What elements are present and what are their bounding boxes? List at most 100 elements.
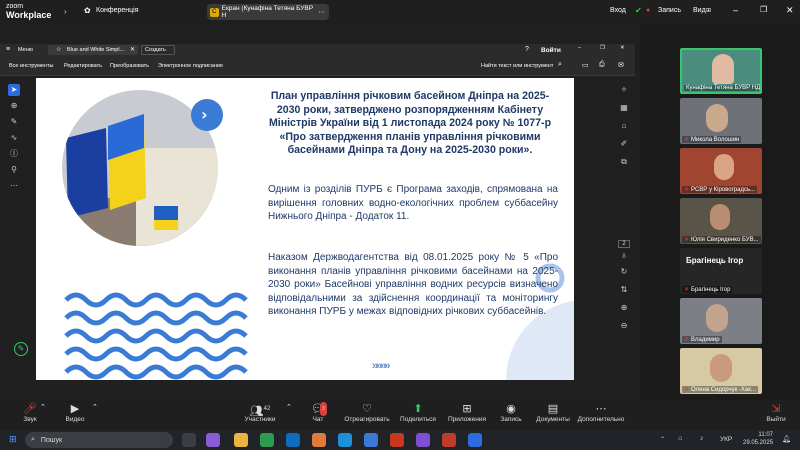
share-button[interactable]: ⬆ Поделиться <box>398 402 438 423</box>
file-explorer-icon[interactable] <box>234 433 248 447</box>
chevron-down-icon[interactable]: ⌄ <box>718 378 724 386</box>
copilot-icon[interactable] <box>206 433 220 447</box>
avatar <box>706 104 728 132</box>
page-nav-icon[interactable]: ⇅ <box>618 284 630 296</box>
react-button[interactable]: ♡ Отреагировать <box>342 402 392 423</box>
windows-start-icon[interactable]: ⊞ <box>9 434 17 445</box>
help-icon[interactable]: ? <box>525 46 529 53</box>
shield-icon[interactable]: ✔ <box>635 6 642 15</box>
pages-icon[interactable]: ▦ <box>618 102 630 114</box>
reader-icon[interactable] <box>442 433 456 447</box>
taskbar-search[interactable]: ⌕ Пошук <box>25 432 173 448</box>
task-view-icon[interactable] <box>182 433 196 447</box>
firefox-icon[interactable] <box>312 433 326 447</box>
acrobat-icon[interactable] <box>390 433 404 447</box>
text-select-icon[interactable]: Ⓘ <box>8 148 20 160</box>
participant-tile[interactable]: Кунафіна Тетяна БУВР НД <box>680 48 762 94</box>
wave-decoration <box>64 292 248 380</box>
participant-tile[interactable]: ✕ РСВР у Кіровоградсь... <box>680 148 762 194</box>
language-indicator[interactable]: УКР <box>720 436 732 443</box>
search-label: Пошук <box>40 436 63 444</box>
ai-assistant-icon[interactable]: ✧ <box>618 84 630 96</box>
clock[interactable]: 11:07 29.05.2025 <box>743 431 773 447</box>
all-tools-menu[interactable]: Все инструменты <box>9 63 53 69</box>
copy-icon[interactable]: ⧉ <box>618 156 630 168</box>
more-button[interactable]: ⋯ Дополнительно <box>576 402 626 423</box>
more-tools-icon[interactable]: ⋯ <box>8 180 20 192</box>
chevron-up-icon[interactable]: ⌃ <box>92 403 98 411</box>
page-number-input[interactable]: 2 <box>618 240 630 248</box>
bookmark-icon[interactable]: ⌂ <box>618 120 630 132</box>
share-pill[interactable]: C Екран (Кунафіна Тетяна БУВР Н ⋯ <box>207 4 329 20</box>
save-icon[interactable]: ▭ <box>582 61 589 69</box>
participants-button[interactable]: 👥︎42 Участники <box>240 402 280 423</box>
maximize-window-icon[interactable]: ❐ <box>600 45 605 51</box>
sign-icon[interactable]: ✐ <box>618 138 630 150</box>
chat-button[interactable]: 💬︎ 3 Чат <box>306 402 330 423</box>
participant-tile[interactable]: ✕ Владимир <box>680 298 762 344</box>
telegram-icon[interactable] <box>338 433 352 447</box>
record-button[interactable]: ◉ Запись <box>496 402 526 423</box>
chrome-icon[interactable] <box>260 433 274 447</box>
word-icon[interactable] <box>364 433 378 447</box>
cursor-icon[interactable]: ➤ <box>8 84 20 96</box>
notification-icon[interactable]: 🔔︎ <box>782 435 791 443</box>
apps-button[interactable]: ⊞ Приложения <box>446 402 488 423</box>
menu-icon[interactable]: ≡ <box>6 46 10 53</box>
star-icon[interactable]: ☆ <box>56 46 61 53</box>
close-tab-icon[interactable]: ✕ <box>130 46 135 53</box>
annotate-icon[interactable]: ✎ <box>14 342 28 356</box>
zoom-out-icon[interactable]: ⊖ <box>618 320 630 332</box>
chevron-up-icon[interactable]: ⌃ <box>286 403 292 411</box>
find-tool-search[interactable]: Найти текст или инструмент <box>481 63 553 69</box>
zoom-icon[interactable] <box>468 433 482 447</box>
more-options-icon[interactable]: ⋯ <box>319 8 326 16</box>
svg-text:›: › <box>201 105 208 124</box>
signin-button[interactable]: Войти <box>541 47 561 54</box>
leave-button[interactable]: ⇲ Выйти <box>762 402 790 423</box>
mic-muted-icon: ✕ <box>684 387 690 393</box>
mail-icon[interactable]: ✉ <box>618 61 624 69</box>
search-icon[interactable]: ⌕ <box>558 61 562 69</box>
outlook-icon[interactable] <box>286 433 300 447</box>
mute-label: Звук <box>23 416 37 423</box>
maximize-icon[interactable]: ❐ <box>760 5 767 14</box>
volume-icon[interactable]: ♪ <box>700 435 704 442</box>
convert-menu[interactable]: Преобразовать <box>110 63 149 69</box>
heart-icon: ♡ <box>362 403 372 415</box>
record-dot-icon: ● <box>646 7 651 14</box>
minimize-icon[interactable]: – <box>733 5 738 15</box>
chevron-up-icon[interactable]: ⌃ <box>40 403 46 411</box>
refresh-icon[interactable]: ↻ <box>618 266 630 278</box>
view-menu[interactable]: Вид <box>693 7 706 14</box>
mute-button[interactable]: 🎤︎ Звук <box>18 402 42 423</box>
minimize-window-icon[interactable]: – <box>578 45 581 51</box>
pen-icon[interactable]: ✎ <box>8 116 20 128</box>
record-label[interactable]: Запись <box>658 7 681 14</box>
avatar <box>710 204 730 230</box>
participant-tile[interactable]: ✕ Олена Сидорчук -Хак... <box>680 348 762 394</box>
participant-tile[interactable]: ✕ Юлія Свириденко БУВ... <box>680 198 762 244</box>
e-sign-menu[interactable]: Электронное подписание <box>158 63 223 69</box>
comment-icon[interactable]: ⊕ <box>8 100 20 112</box>
video-button[interactable]: ▶︎ Видео <box>62 402 88 423</box>
acrobat-menu[interactable]: Меню <box>18 47 33 53</box>
close-window-icon[interactable]: ✕ <box>620 45 625 51</box>
documents-button[interactable]: ▤ Документы <box>532 402 574 423</box>
network-icon[interactable]: ⌂ <box>678 435 682 442</box>
participants-label: Участники <box>244 416 276 423</box>
zoom-in-icon[interactable]: ⊕ <box>618 302 630 314</box>
login-link[interactable]: Вход <box>610 7 626 14</box>
participant-tile[interactable]: Брагінець Ігор ✕ Брагінець Ігор <box>680 248 762 294</box>
highlight-icon[interactable]: ∿ <box>8 132 20 144</box>
close-icon[interactable]: ✕ <box>786 5 794 16</box>
print-icon[interactable]: ⎙ <box>599 61 605 69</box>
chevron-right-icon[interactable]: › <box>64 7 67 16</box>
participant-tile[interactable]: ✕ Микола Волошин <box>680 98 762 144</box>
mic-muted-icon: ✕ <box>684 337 690 343</box>
tray-up-icon[interactable]: ⌃ <box>660 436 665 443</box>
stamp-icon[interactable]: ⚲ <box>8 164 20 176</box>
viber-icon[interactable] <box>416 433 430 447</box>
edit-menu[interactable]: Редактировать <box>64 63 102 69</box>
grid-icon[interactable]: ⊞ <box>706 7 711 14</box>
